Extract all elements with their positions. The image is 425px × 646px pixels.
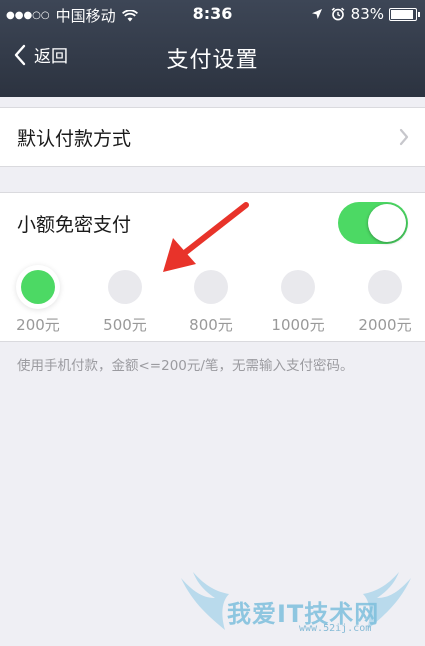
- radio-unselected-icon: [108, 270, 142, 304]
- wings-logo-icon: [181, 572, 411, 630]
- watermark-url: www.52ij.com: [299, 623, 372, 634]
- amount-option-label: 800元: [189, 316, 233, 334]
- radio-unselected-icon: [368, 270, 402, 304]
- default-payment-method-row[interactable]: 默认付款方式: [0, 107, 425, 167]
- small-amount-password-free-label: 小额免密支付: [17, 214, 132, 236]
- amount-limit-selector: 200元 500元 800元 1000元 2000元: [0, 253, 425, 342]
- site-watermark: 我爱IT技术网 www.52ij.com: [181, 568, 411, 642]
- radio-selected-icon: [21, 270, 55, 304]
- navigation-bar: 返回 支付设置: [0, 28, 425, 97]
- small-amount-password-free-row: 小额免密支付: [0, 192, 425, 254]
- amount-option-800[interactable]: 800元: [169, 253, 253, 341]
- page-title: 支付设置: [166, 48, 259, 73]
- amount-option-500[interactable]: 500元: [83, 253, 167, 341]
- radio-unselected-icon: [281, 270, 315, 304]
- radio-unselected-icon: [194, 270, 228, 304]
- amount-option-2000[interactable]: 2000元: [343, 253, 425, 341]
- alarm-clock-icon: [331, 7, 344, 21]
- amount-option-label: 200元: [16, 316, 60, 334]
- small-amount-toggle[interactable]: [338, 202, 408, 244]
- amount-option-1000[interactable]: 1000元: [256, 253, 340, 341]
- amount-option-200[interactable]: 200元: [0, 253, 80, 341]
- amount-option-label: 2000元: [358, 316, 412, 334]
- amount-limit-description: 使用手机付款，金额<=200元/笔，无需输入支付密码。: [17, 358, 354, 374]
- watermark-text: 我爱IT技术网: [227, 600, 380, 628]
- default-payment-method-label: 默认付款方式: [17, 128, 132, 150]
- battery-percentage: 83%: [350, 5, 384, 23]
- status-bar: ●●●○○ 中国移动 8:36 83%: [0, 0, 425, 28]
- amount-option-label: 500元: [103, 316, 147, 334]
- battery-icon: [389, 7, 420, 21]
- chevron-right-icon: [399, 128, 409, 146]
- toggle-knob: [368, 204, 406, 242]
- location-arrow-icon: [311, 9, 322, 19]
- top-bar: ●●●○○ 中国移动 8:36 83% 返回 支付设置: [0, 0, 425, 97]
- amount-option-label: 1000元: [271, 316, 325, 334]
